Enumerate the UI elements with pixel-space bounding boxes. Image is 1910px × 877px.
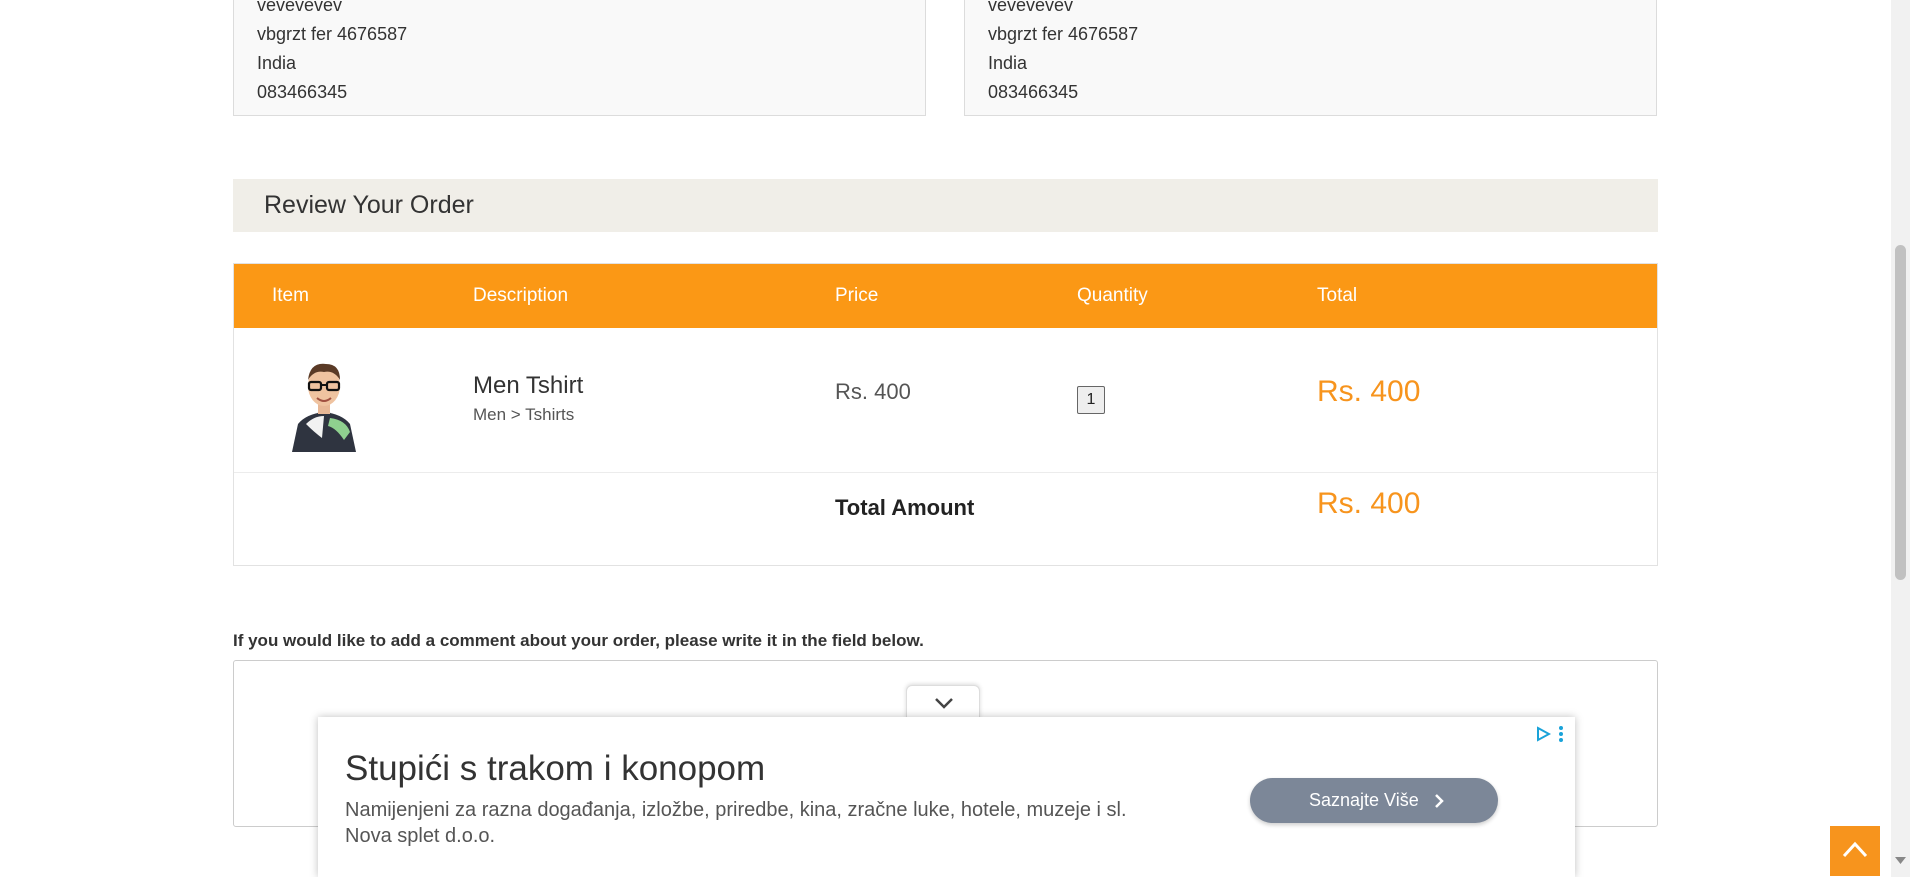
address-line: vbgrzt fer 4676587 [988, 24, 1139, 44]
review-order-heading: Review Your Order [233, 179, 1658, 232]
column-header-description: Description [473, 285, 569, 306]
shipping-address-card: vevevevev vbgrzt fer 4676587 India 08346… [964, 0, 1657, 116]
address-line: vevevevev [257, 0, 343, 15]
address-phone: 083466345 [257, 82, 348, 102]
row-divider [234, 472, 1657, 473]
address-line: vbgrzt fer 4676587 [257, 24, 408, 44]
column-header-quantity: Quantity [1077, 285, 1148, 306]
column-header-total: Total [1317, 285, 1358, 306]
address-phone: 083466345 [988, 82, 1079, 102]
product-name[interactable]: Men Tshirt [473, 372, 583, 400]
ad-advertiser: Nova splet d.o.o. [345, 825, 496, 847]
order-table: Item Description Price Quantity Total Me… [233, 263, 1658, 566]
column-header-item: Item [272, 285, 309, 306]
line-total: Rs. 400 [1317, 375, 1421, 408]
address-country: India [988, 53, 1028, 73]
adchoices-icon[interactable] [1535, 726, 1551, 742]
ad-title[interactable]: Stupići s trakom i konopom [345, 749, 765, 789]
chevron-down-icon [935, 698, 953, 709]
page-scrollbar[interactable] [1891, 0, 1910, 877]
arrow-up-icon [1842, 841, 1868, 858]
quantity-input[interactable]: 1 [1077, 386, 1105, 414]
ad-cta-label: Saznajte Više [1309, 790, 1419, 810]
total-amount-label: Total Amount [835, 495, 975, 520]
order-table-header: Item Description Price Quantity Total [234, 264, 1657, 328]
column-header-price: Price [835, 285, 879, 306]
back-to-top-button[interactable] [1830, 826, 1880, 876]
product-category: Men > Tshirts [473, 405, 575, 424]
scroll-down-arrow-icon[interactable] [1895, 857, 1906, 865]
scrollbar-thumb[interactable] [1895, 245, 1906, 580]
address-line: vevevevev [988, 0, 1074, 15]
chevron-right-icon [1435, 794, 1444, 808]
address-country: India [257, 53, 297, 73]
ad-cta-button[interactable]: Saznajte Više [1250, 778, 1498, 823]
billing-address-card: vevevevev vbgrzt fer 4676587 India 08346… [233, 0, 926, 116]
ad-banner[interactable]: Stupići s trakom i konopom Namijenjeni z… [318, 717, 1575, 877]
ad-description: Namijenjeni za razna događanja, izložbe,… [345, 799, 1127, 821]
product-thumbnail[interactable] [284, 352, 364, 452]
more-vertical-icon[interactable] [1558, 725, 1564, 743]
total-amount-value: Rs. 400 [1317, 487, 1421, 520]
comment-label: If you would like to add a comment about… [233, 631, 924, 650]
ad-collapse-toggle[interactable] [906, 685, 980, 719]
product-price: Rs. 400 [835, 379, 911, 404]
